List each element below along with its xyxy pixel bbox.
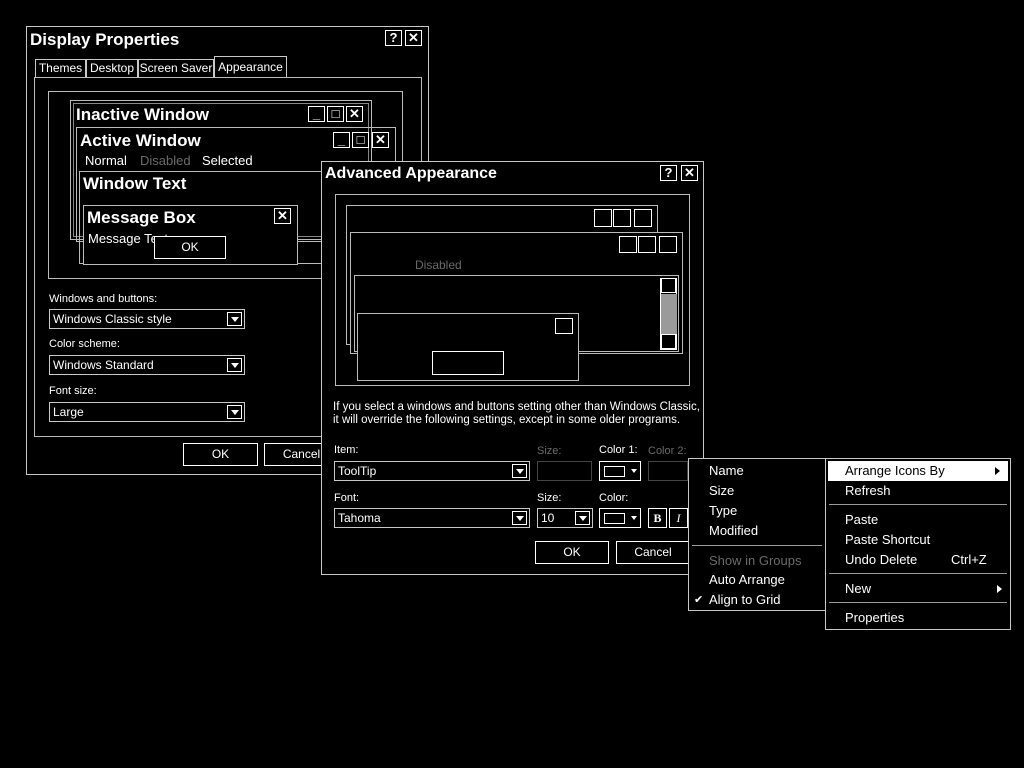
info-text-line2: it will override the following settings,… [333,414,681,426]
color-swatch [604,513,625,524]
font-size-select[interactable]: Large [49,402,245,422]
advanced-appearance-title: Advanced Appearance [325,165,497,182]
chevron-down-icon [631,516,637,520]
inactive-window-title: Inactive Window [76,105,210,124]
menu-item-size[interactable]: Size [689,481,825,501]
color2-label: Color 2: [648,445,687,457]
tab-screen-saver[interactable]: Screen Saver [138,59,214,78]
menu-item-properties[interactable]: Properties [826,608,1010,628]
checkmark-icon: ✔ [694,594,704,606]
display-properties-title: Display Properties [30,30,180,49]
menu-separator [829,573,1007,574]
chevron-down-icon [631,469,637,473]
menu-item-align-to-grid[interactable]: ✔ Align to Grid [689,590,825,610]
windows-buttons-label: Windows and buttons: [49,293,158,305]
close-icon: ✕ [372,132,389,148]
submenu-arrow-icon [997,585,1002,593]
font-select[interactable]: Tahoma [334,508,530,528]
item-label: Item: [334,444,359,456]
desktop-context-menu: Arrange Icons By Refresh Paste Paste Sho… [825,458,1011,630]
tab-themes[interactable]: Themes [35,59,86,78]
color1-picker[interactable] [599,461,641,481]
ok-button[interactable]: OK [183,443,258,466]
menu-item-show-in-groups: Show in Groups [709,553,802,568]
chevron-down-icon[interactable] [227,358,242,372]
menu-separator [829,602,1007,603]
menu-item-new[interactable]: New [826,579,1010,599]
menu-item-modified[interactable]: Modified [689,521,825,541]
menu-normal-label: Normal [85,153,127,168]
italic-button[interactable]: I [669,508,688,528]
arrange-icons-submenu: Name Size Type Modified Show in Groups A… [688,458,826,611]
menu-selected-label: Selected [202,153,253,168]
chevron-down-icon[interactable] [575,511,590,525]
message-box-title: Message Box [87,208,196,227]
color-scheme-select[interactable]: Windows Standard [49,355,245,375]
maximize-icon: □ [327,106,344,122]
font-label: Font: [334,492,360,504]
close-icon: ✕ [274,208,291,224]
active-window-title: Active Window [80,131,201,150]
minimize-icon: _ [333,132,350,148]
submenu-arrow-icon [995,467,1000,475]
item-size-spinner [537,461,592,481]
font-color-label: Color: [599,492,629,504]
preview-disabled-label: Disabled [415,258,462,272]
window-text-label: Window Text [83,174,187,193]
windows-buttons-select[interactable]: Windows Classic style [49,309,245,329]
menu-item-paste-shortcut[interactable]: Paste Shortcut [826,530,1010,550]
bold-button[interactable]: B [648,508,667,528]
chevron-down-icon[interactable] [227,312,242,326]
menu-item-arrange-icons-by[interactable]: Arrange Icons By [828,461,1008,481]
close-button[interactable]: ✕ [405,30,422,46]
menu-separator [829,504,1007,505]
preview-scrollbar-thumb [661,294,677,334]
menu-item-undo-delete[interactable]: Undo Delete Ctrl+Z [826,550,1010,570]
advanced-cancel-button[interactable]: Cancel [616,541,690,564]
chevron-down-icon[interactable] [227,405,242,419]
menu-separator [692,545,822,546]
menu-disabled-label: Disabled [140,153,191,168]
chevron-down-icon[interactable] [512,464,527,478]
font-color-picker[interactable] [599,508,641,528]
item-size-label: Size: [537,445,562,457]
menu-item-refresh[interactable]: Refresh [826,481,1010,501]
tab-desktop[interactable]: Desktop [86,59,138,78]
font-size-label: Font size: [49,385,97,397]
close-icon: ✕ [346,106,363,122]
font-size-label: Size: [537,492,562,504]
help-button[interactable]: ? [660,165,677,181]
color-scheme-label: Color scheme: [49,338,120,350]
item-select[interactable]: ToolTip [334,461,530,481]
message-box-ok-preview: OK [154,236,226,259]
color2-picker [648,461,688,481]
tab-appearance[interactable]: Appearance [214,56,287,78]
font-size-select[interactable]: 10 [537,508,593,528]
menu-item-type[interactable]: Type [689,501,825,521]
menu-item-auto-arrange[interactable]: Auto Arrange [689,570,825,590]
info-text-line1: If you select a windows and buttons sett… [333,401,700,413]
minimize-icon: _ [308,106,325,122]
help-button[interactable]: ? [385,30,402,46]
color1-label: Color 1: [599,444,638,456]
menu-item-paste[interactable]: Paste [826,510,1010,530]
chevron-down-icon[interactable] [512,511,527,525]
color-swatch [604,466,625,477]
menu-item-name[interactable]: Name [689,461,825,481]
advanced-ok-button[interactable]: OK [535,541,609,564]
close-button[interactable]: ✕ [681,165,698,181]
maximize-icon: □ [352,132,369,148]
shortcut-label: Ctrl+Z [951,552,987,567]
